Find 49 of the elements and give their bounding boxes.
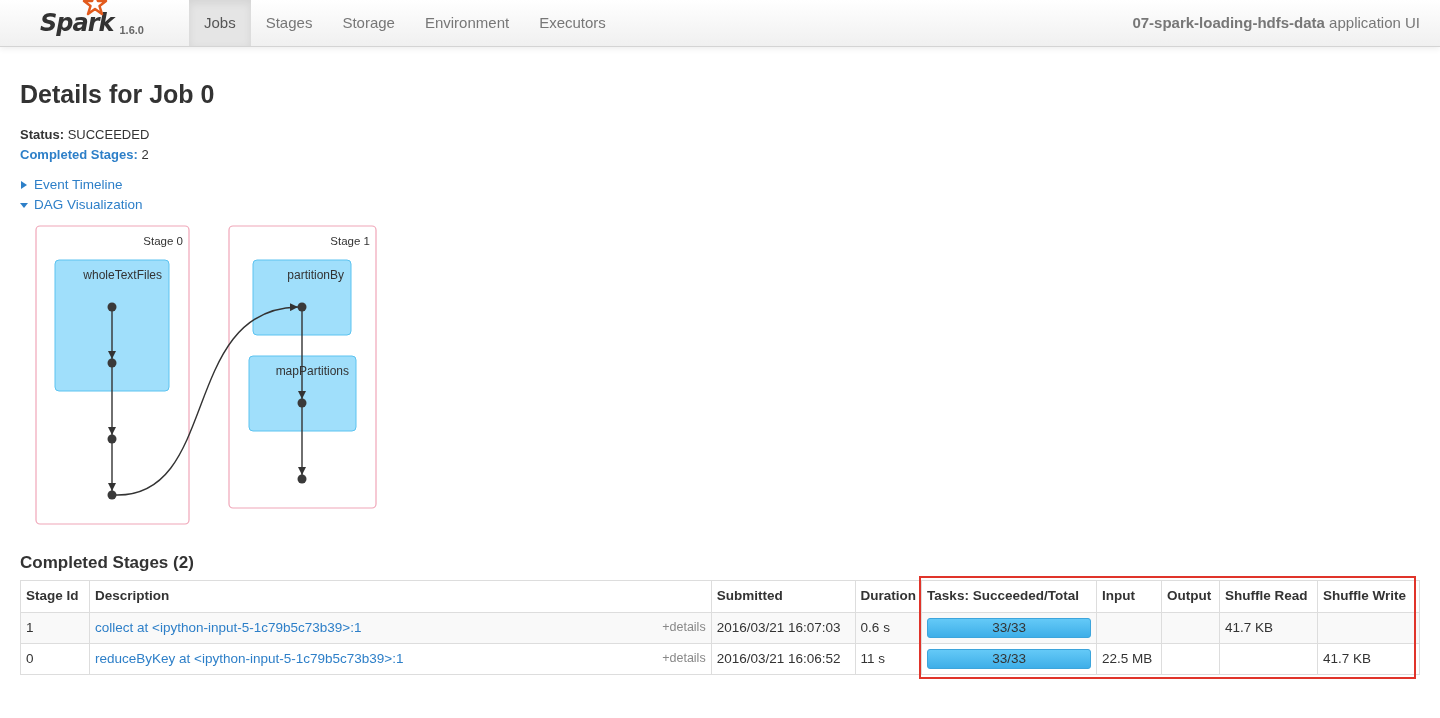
rdd-node <box>107 302 117 312</box>
stage-description-link[interactable]: reduceByKey at <ipython-input-5-1c79b5c73b39>:1 <box>94 650 404 666</box>
nav-tab[interactable]: Executors <box>524 0 621 46</box>
table-cell: 41.7 KB <box>1219 612 1318 644</box>
stage-label: Stage 1 <box>330 235 370 247</box>
stage-description-link[interactable]: collect at <ipython-input-5-1c79b5c73b39>:1 <box>94 619 362 635</box>
app-title: 07-spark-loading-hdfs-data application UI <box>1132 12 1420 33</box>
nav-tab[interactable]: Stages <box>250 0 328 46</box>
operation-label: wholeTextFiles <box>83 268 162 282</box>
logo-text: Spark <box>40 5 114 41</box>
rdd-node <box>107 490 117 500</box>
table-cell: 11 s <box>855 643 922 675</box>
toggle-link[interactable]: DAG Visualization <box>34 195 143 215</box>
nav-tab[interactable]: Jobs <box>189 0 251 46</box>
column-header[interactable]: Shuffle Read <box>1219 580 1318 613</box>
summary-line: Status: SUCCEEDED <box>20 127 150 142</box>
details-link[interactable]: +details <box>662 648 706 668</box>
column-header[interactable]: Stage Id <box>20 580 90 613</box>
table-cell: 41.7 KB <box>1317 643 1420 675</box>
summary-link[interactable]: Completed Stages: <box>20 147 138 162</box>
column-header[interactable]: Submitted <box>711 580 856 613</box>
summary-value: 2 <box>141 147 149 162</box>
column-header[interactable]: Duration <box>855 580 922 613</box>
toggle-link[interactable]: Event Timeline <box>34 175 123 195</box>
progress-label: 33/33 <box>991 650 1027 668</box>
column-header[interactable]: Output <box>1161 580 1220 613</box>
stage-label: Stage 0 <box>143 235 183 247</box>
nav-tab[interactable]: Environment <box>409 0 525 46</box>
table-cell: 22.5 MB <box>1096 643 1162 675</box>
column-header[interactable]: Shuffle Write <box>1317 580 1420 613</box>
rdd-node <box>107 358 117 368</box>
table-cell: 1 <box>20 612 90 644</box>
table-cell: 0 <box>20 643 90 675</box>
rdd-node <box>297 398 307 408</box>
details-link[interactable]: +details <box>662 617 706 637</box>
column-header[interactable]: Input <box>1096 580 1162 613</box>
progress-label: 33/33 <box>991 618 1027 637</box>
rdd-node <box>297 474 307 484</box>
column-header[interactable]: Description <box>89 580 712 613</box>
table-cell: 2016/03/21 16:07:03 <box>711 612 856 644</box>
rdd-node <box>107 434 117 444</box>
page-title: Details for Job 0 <box>20 79 216 109</box>
table-cell: 2016/03/21 16:06:52 <box>711 643 856 675</box>
operation-label: partitionBy <box>287 268 344 282</box>
version-label: 1.6.0 <box>119 22 144 38</box>
nav-tab[interactable]: Storage <box>327 0 410 46</box>
column-header[interactable]: Tasks: Succeeded/Total <box>921 580 1097 613</box>
rdd-node <box>297 302 307 312</box>
section-title: Completed Stages (2) <box>20 553 195 574</box>
